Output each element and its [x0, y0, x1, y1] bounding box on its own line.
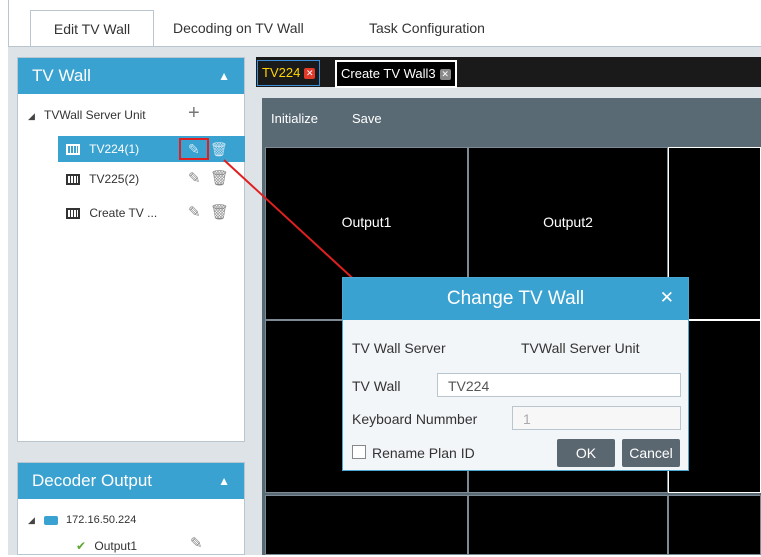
ok-button[interactable]: OK	[557, 439, 615, 467]
arrow-line	[223, 159, 373, 297]
rename-plan-id-row[interactable]: Rename Plan ID	[352, 445, 475, 461]
tv-wall-label: TV Wall	[352, 378, 401, 394]
close-icon[interactable]: ✕	[660, 278, 674, 318]
cancel-button[interactable]: Cancel	[622, 439, 680, 467]
rename-plan-id-checkbox[interactable]	[352, 445, 366, 459]
server-label: TV Wall Server	[352, 340, 446, 356]
tv-wall-name-input[interactable]: TV224	[437, 373, 681, 397]
keyboard-number-input[interactable]: 1	[512, 406, 681, 430]
dialog-title: Change TV Wall	[446, 288, 585, 309]
server-value: TVWall Server Unit	[521, 340, 640, 356]
keyboard-number-label: Keyboard Nummber	[352, 411, 478, 427]
rename-plan-id-label: Rename Plan ID	[372, 445, 475, 461]
dialog-title-bar: Change TV Wall ✕	[343, 278, 688, 320]
change-tv-wall-dialog: Change TV Wall ✕ TV Wall Server TVWall S…	[342, 277, 689, 471]
